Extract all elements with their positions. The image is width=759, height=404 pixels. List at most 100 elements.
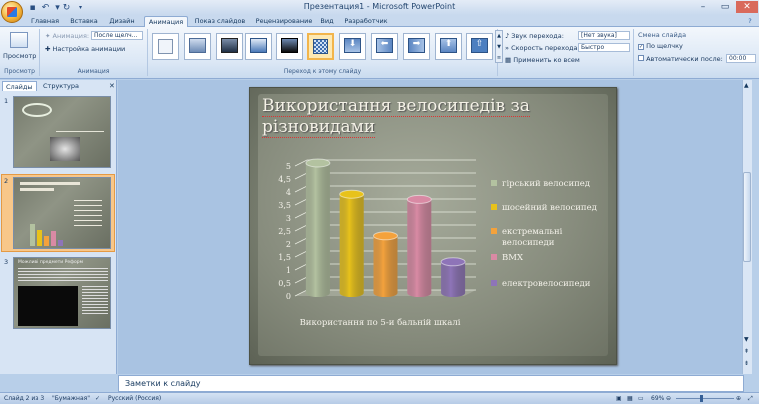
preview-icon <box>10 32 28 48</box>
scroll-down-icon[interactable]: ▼ <box>744 336 749 343</box>
group-label: Анимация <box>77 68 110 75</box>
maximize-button[interactable]: ▭ <box>714 1 736 13</box>
notes-area[interactable]: Заметки к слайду <box>118 375 744 392</box>
chart-bar[interactable] <box>305 158 331 297</box>
slide[interactable]: Використання велосипедів за різновидами … <box>249 87 617 365</box>
checkmark-icon: ✓ <box>638 44 644 50</box>
tab-slideshow[interactable]: Показ слайдов <box>192 16 248 27</box>
bar-shading <box>407 199 432 297</box>
slide-counter: Слайд 2 из 3 <box>4 395 45 402</box>
animation-label: ✦ Анимация: <box>45 32 89 40</box>
y-tick-label: 2 <box>286 240 291 249</box>
help-icon[interactable]: ? <box>744 16 756 27</box>
group-animation: ✦ Анимация: После щелч... ✚ Настройка ан… <box>40 29 148 76</box>
auto-after-label: Автоматически после: <box>646 55 723 63</box>
bar-shading <box>441 261 466 297</box>
tab-view[interactable]: Вид <box>318 16 336 27</box>
tab-outline[interactable]: Структура <box>40 81 82 91</box>
transition-wipe-down[interactable]: ⬇ <box>339 33 366 60</box>
pane-close-icon[interactable]: ✕ <box>106 81 118 91</box>
tab-design[interactable]: Дизайн <box>104 16 140 27</box>
custom-animation-icon: ✚ <box>45 45 51 53</box>
mini-bar <box>51 231 56 246</box>
mini-bar <box>37 230 42 246</box>
language[interactable]: Русский (Россия) <box>108 395 161 402</box>
slide-thumbnail-2[interactable] <box>13 177 111 249</box>
mini-bar <box>58 240 63 246</box>
sound-label: ♪ Звук перехода: <box>505 32 564 40</box>
animation-combo[interactable]: После щелч... <box>91 31 143 40</box>
chart-bar[interactable] <box>373 231 398 297</box>
legend-label: гірський велосипед <box>502 179 590 189</box>
custom-animation-button[interactable]: ✚ Настройка анимации <box>45 45 125 53</box>
bar-chart[interactable]: 0 0,5 1 1,5 2 2,5 3 3,5 4 4,5 5 Використання по 5-и… <box>250 88 618 366</box>
sorter-view-icon[interactable]: ▦ <box>627 395 633 402</box>
auto-after-checkbox[interactable]: Автоматически после: <box>638 55 723 63</box>
transition-fade[interactable] <box>184 33 211 60</box>
text-lines <box>82 286 108 316</box>
scroll-thumb[interactable] <box>743 172 751 262</box>
transition-wipe-right[interactable]: ➡ <box>403 33 430 60</box>
zoom-slider[interactable] <box>676 398 734 399</box>
transition-shape[interactable]: ⇧ <box>466 33 493 60</box>
zoom-out-icon[interactable]: ⊖ <box>666 395 671 402</box>
transition-cut[interactable] <box>245 33 272 60</box>
group-advance: Смена слайда ✓ По щелчку Автоматически п… <box>633 29 759 76</box>
zoom-value[interactable]: 69% <box>651 395 664 402</box>
legend-label: екстремальні <box>502 227 563 237</box>
vertical-scrollbar[interactable]: ▲ ▼ ⇞ ⇟ <box>742 80 752 374</box>
minimize-button[interactable]: – <box>692 1 714 13</box>
apply-all-label: Применить ко всем <box>513 56 580 64</box>
chart-bar[interactable] <box>406 194 432 297</box>
tab-insert[interactable]: Вставка <box>66 16 102 27</box>
slide-thumbnail-3[interactable]: Можливі предмети Реформ <box>13 257 111 329</box>
transition-none[interactable] <box>152 33 179 60</box>
bar-cap <box>373 231 398 241</box>
speed-combo[interactable]: Быстро <box>578 43 630 52</box>
transition-fade-black[interactable] <box>216 33 243 60</box>
zoom-in-icon[interactable]: ⊕ <box>736 395 741 402</box>
y-tick-label: 3 <box>286 214 291 223</box>
theme-name: "Бумажная" <box>52 395 91 402</box>
tab-developer[interactable]: Разработчик <box>342 16 390 27</box>
bar-shading <box>305 163 330 297</box>
spellcheck-icon[interactable]: ✓ <box>95 395 100 402</box>
gallery-scroll[interactable]: ▲ ▼ ≡ <box>495 30 503 63</box>
speed-icon: » <box>505 44 509 52</box>
group-label: Просмотр <box>4 68 35 75</box>
normal-view-icon[interactable]: ▣ <box>616 395 622 402</box>
tab-review[interactable]: Рецензирование <box>252 16 316 27</box>
title-line <box>56 131 104 132</box>
apply-all-button[interactable]: ▦ Применить ко всем <box>505 56 580 64</box>
close-button[interactable]: ✕ <box>736 1 758 13</box>
fit-window-icon[interactable]: ⤢ <box>748 395 753 403</box>
tab-home[interactable]: Главная <box>28 16 62 27</box>
zoom-slider-thumb[interactable] <box>700 395 703 402</box>
scroll-up-icon[interactable]: ▲ <box>744 82 749 89</box>
group-preview: Просмотр Просмотр <box>0 29 40 76</box>
prev-slide-icon[interactable]: ⇞ <box>744 348 749 355</box>
title-line <box>20 182 80 185</box>
legend-label: BMX <box>502 253 524 263</box>
office-button[interactable] <box>1 1 23 23</box>
transition-dissolve[interactable] <box>307 33 334 60</box>
slide-number: 2 <box>4 177 9 185</box>
on-click-checkbox[interactable]: ✓ По щелчку <box>638 42 683 50</box>
x-axis-label: Використання по 5-и бальній шкалі <box>300 317 461 328</box>
sound-combo[interactable]: [Нет звука] <box>578 31 630 40</box>
auto-after-time[interactable]: 00:00 <box>726 54 756 63</box>
next-slide-icon[interactable]: ⇟ <box>744 360 749 367</box>
y-tick-label: 4 <box>286 188 291 197</box>
chart-bar[interactable] <box>440 257 466 297</box>
window-title: Презентация1 - Microsoft PowerPoint <box>303 2 456 11</box>
transition-cut-black[interactable] <box>276 33 303 60</box>
preview-button[interactable]: Просмотр <box>3 52 36 60</box>
tab-slides[interactable]: Слайды <box>2 81 37 91</box>
chart-bar[interactable] <box>339 189 365 297</box>
text-lines <box>18 268 108 282</box>
slide-thumbnail-1[interactable] <box>13 96 111 168</box>
transition-wipe-up[interactable]: ⬆ <box>435 33 462 60</box>
slideshow-view-icon[interactable]: ▭ <box>638 395 644 402</box>
transition-wipe-left[interactable]: ⬅ <box>371 33 398 60</box>
animation-label-text: Анимация: <box>52 32 90 40</box>
